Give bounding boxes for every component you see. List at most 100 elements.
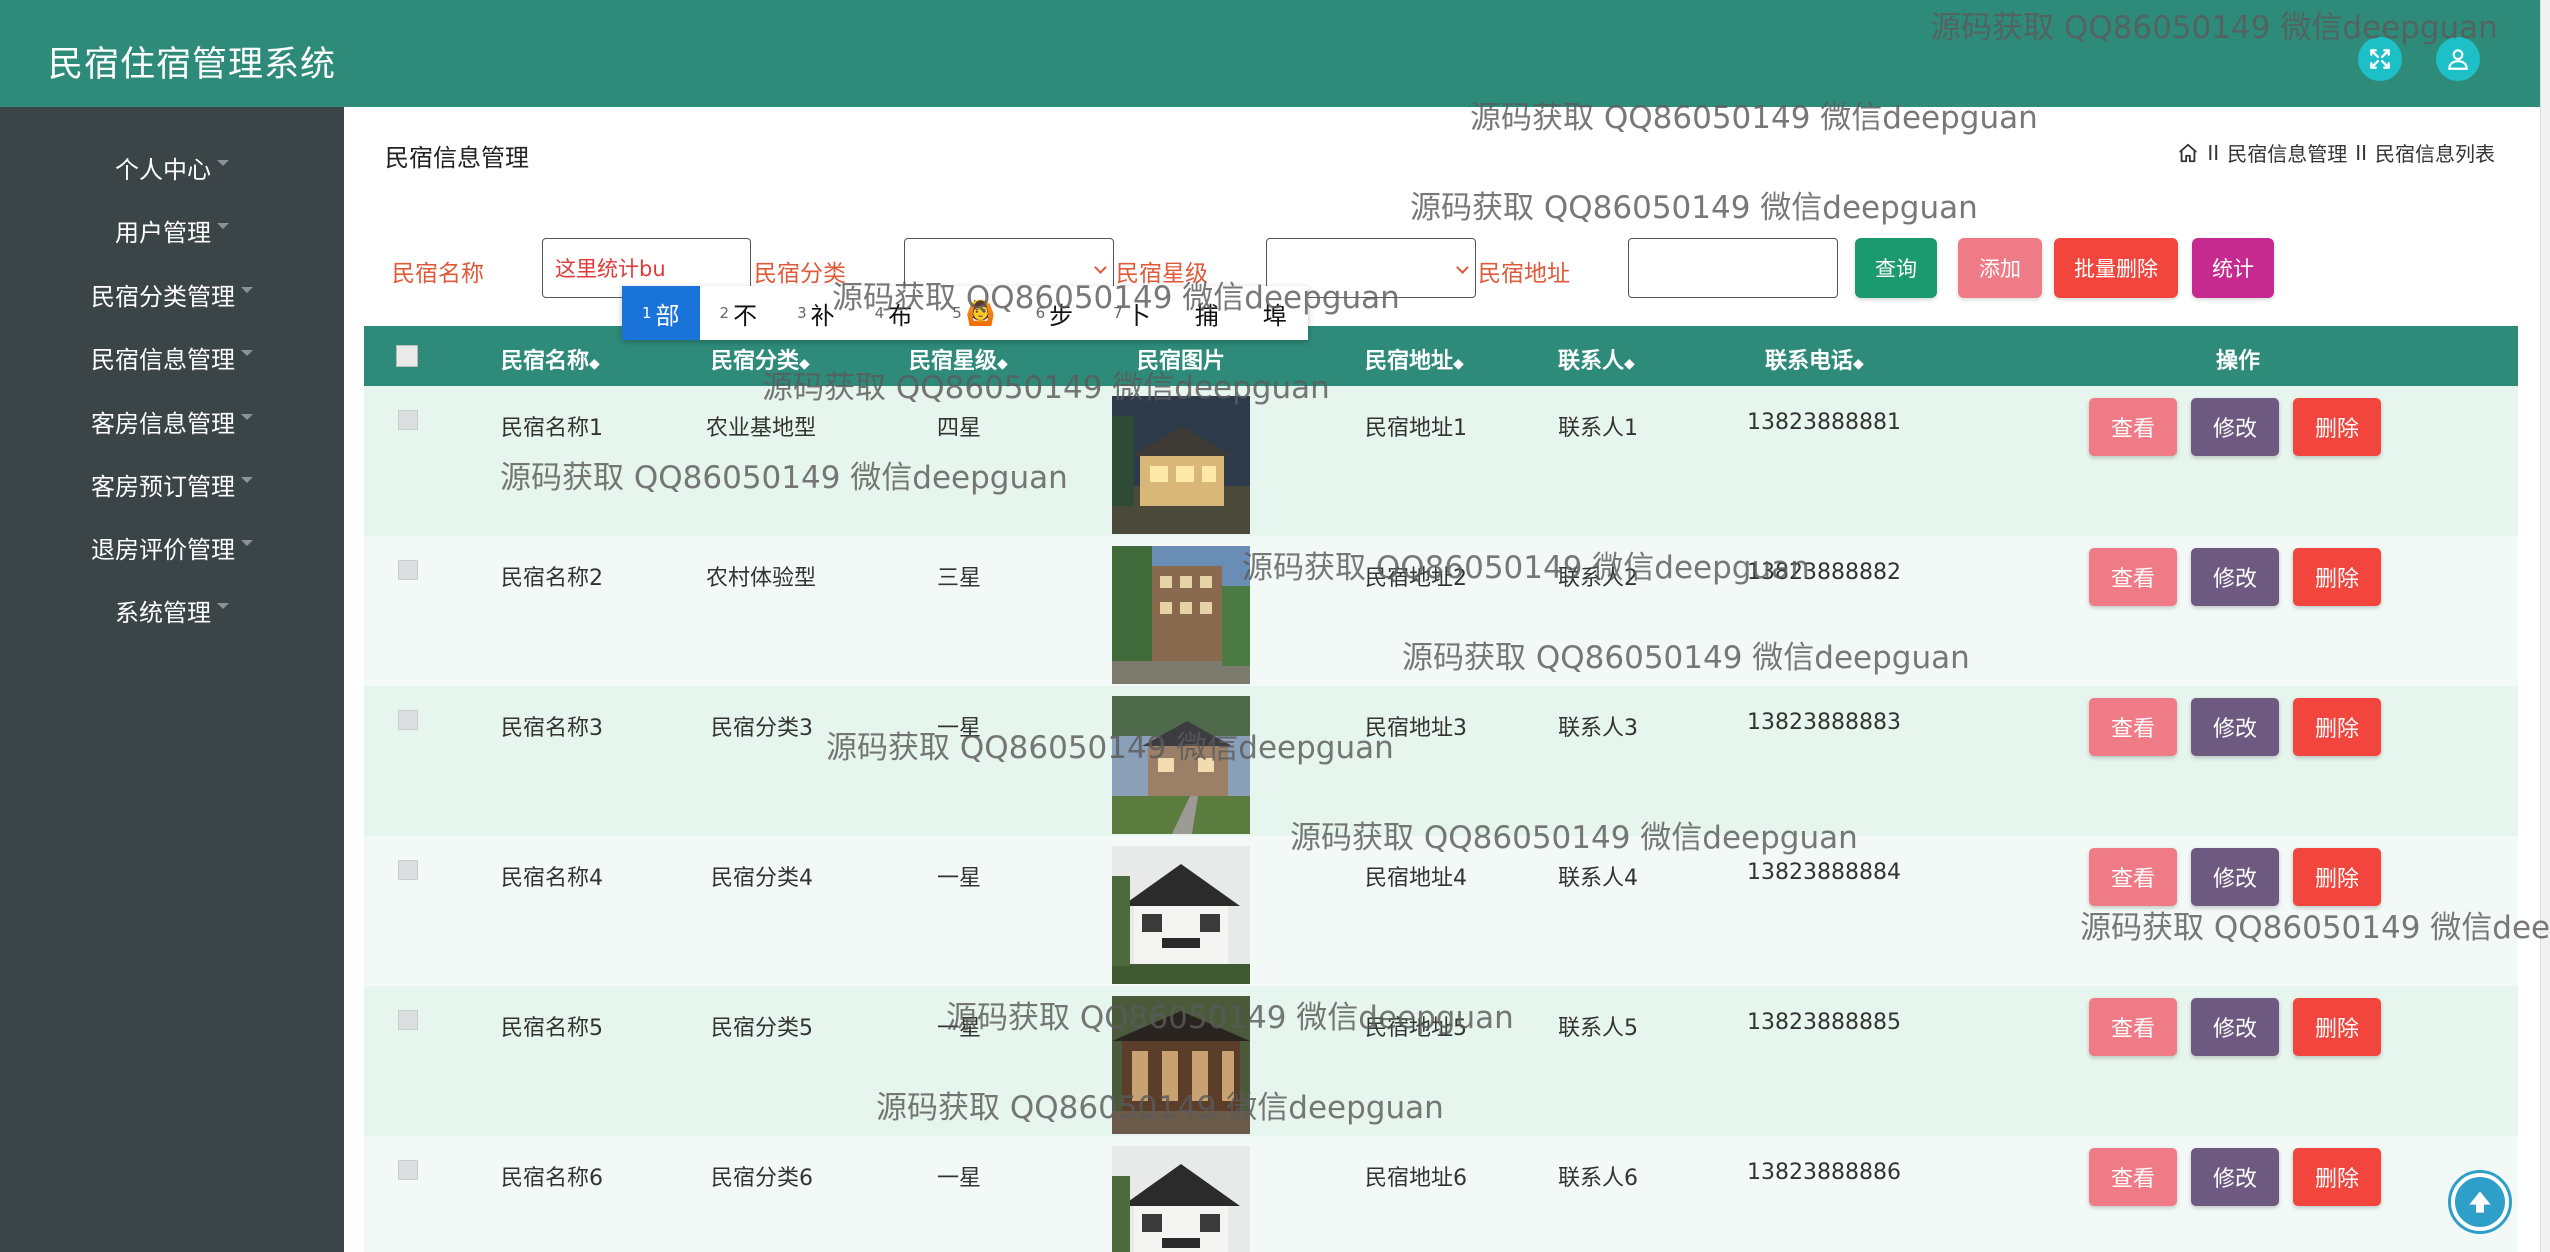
cell-name: 民宿名称1 — [501, 416, 603, 441]
cell-contact: 联系人3 — [1558, 716, 1638, 741]
delete-button[interactable]: 删除 — [2293, 848, 2381, 906]
caret-down-icon — [241, 287, 253, 293]
view-button[interactable]: 查看 — [2089, 1148, 2177, 1206]
search-button[interactable]: 查询 — [1855, 238, 1937, 298]
view-button[interactable]: 查看 — [2089, 398, 2177, 456]
ime-candidate[interactable]: 2不 — [700, 286, 778, 340]
view-button[interactable]: 查看 — [2089, 548, 2177, 606]
sidebar-item-user-management[interactable]: 用户管理 — [0, 210, 344, 250]
row-checkbox[interactable] — [398, 860, 418, 880]
address-filter-input[interactable] — [1628, 238, 1838, 298]
homestay-image — [1112, 396, 1250, 534]
fullscreen-button[interactable] — [2358, 37, 2402, 81]
ime-candidate[interactable]: 捕 — [1171, 286, 1239, 340]
page-scrollbar[interactable] — [2540, 0, 2550, 1252]
top-header: 民宿住宿管理系统 — [0, 0, 2540, 107]
row-checkbox[interactable] — [398, 410, 418, 430]
ime-candidate[interactable]: 1部 — [622, 286, 700, 340]
sidebar-item-category-management[interactable]: 民宿分类管理 — [0, 274, 344, 314]
column-header-star[interactable]: 民宿星级◆ — [909, 343, 1008, 375]
column-header-name[interactable]: 民宿名称◆ — [501, 343, 600, 375]
cell-address: 民宿地址4 — [1365, 866, 1467, 891]
cell-address: 民宿地址1 — [1365, 416, 1467, 441]
sort-icon: ◆ — [799, 356, 810, 372]
watermark-text: 源码获取 QQ86050149 微信deepguan — [1410, 190, 1978, 226]
sidebar-item-checkout-review-management[interactable]: 退房评价管理 — [0, 527, 344, 567]
edit-button[interactable]: 修改 — [2191, 548, 2279, 606]
stats-button[interactable]: 统计 — [2192, 238, 2274, 298]
edit-button[interactable]: 修改 — [2191, 698, 2279, 756]
ime-candidate[interactable]: 6步 — [1016, 286, 1094, 340]
cell-address: 民宿地址2 — [1365, 566, 1467, 591]
breadcrumb-item[interactable]: 民宿信息管理 — [2227, 138, 2347, 167]
cell-phone: 13823888885 — [1747, 1010, 1901, 1035]
view-button[interactable]: 查看 — [2089, 698, 2177, 756]
ime-candidate[interactable]: 5 🙆 — [932, 286, 1015, 340]
sidebar-item-homestay-info-management[interactable]: 民宿信息管理 — [0, 337, 344, 377]
sidebar-item-label: 客房预订管理 — [91, 472, 235, 501]
cell-phone: 13823888886 — [1747, 1160, 1901, 1185]
column-header-address[interactable]: 民宿地址◆ — [1365, 343, 1464, 375]
row-checkbox[interactable] — [398, 1160, 418, 1180]
view-button[interactable]: 查看 — [2089, 848, 2177, 906]
row-checkbox[interactable] — [398, 560, 418, 580]
edit-button[interactable]: 修改 — [2191, 848, 2279, 906]
row-checkbox[interactable] — [398, 1010, 418, 1030]
edit-button[interactable]: 修改 — [2191, 998, 2279, 1056]
back-to-top-button[interactable] — [2448, 1170, 2512, 1234]
table-row: 民宿名称4 民宿分类4 一星 民宿地址4 联系人4 13823888884 查看… — [364, 836, 2518, 986]
ime-candidate[interactable]: 埠 — [1239, 286, 1307, 340]
name-filter-value: 这里统计bu — [555, 257, 666, 281]
table-row: 民宿名称1 农业基地型 四星 民宿地址1 联系人1 13823888881 查看… — [364, 386, 2518, 536]
column-header-phone[interactable]: 联系电话◆ — [1765, 343, 1864, 375]
user-icon — [2448, 49, 2468, 70]
add-button[interactable]: 添加 — [1958, 238, 2042, 298]
caret-down-icon — [241, 350, 253, 356]
user-avatar-button[interactable] — [2436, 37, 2480, 81]
home-icon[interactable] — [2177, 142, 2199, 164]
cell-star: 一星 — [937, 1166, 982, 1191]
column-header-actions: 操作 — [2216, 349, 2261, 374]
delete-button[interactable]: 删除 — [2293, 1148, 2381, 1206]
view-button[interactable]: 查看 — [2089, 998, 2177, 1056]
cell-category: 民宿分类5 — [711, 1016, 813, 1041]
cell-star: 一星 — [937, 716, 982, 741]
column-header-category[interactable]: 民宿分类◆ — [711, 343, 810, 375]
ime-candidate[interactable]: 3补 — [777, 286, 855, 340]
edit-button[interactable]: 修改 — [2191, 1148, 2279, 1206]
arrow-up-icon — [2469, 1191, 2491, 1213]
batch-delete-button[interactable]: 批量删除 — [2054, 238, 2178, 298]
cell-star: 三星 — [937, 566, 982, 591]
column-header-contact[interactable]: 联系人◆ — [1558, 343, 1635, 375]
column-header-image: 民宿图片 — [1137, 349, 1226, 374]
table-row: 民宿名称6 民宿分类6 一星 民宿地址6 联系人6 13823888886 查看… — [364, 1136, 2518, 1252]
sidebar-item-label: 民宿信息管理 — [91, 345, 235, 374]
delete-button[interactable]: 删除 — [2293, 398, 2381, 456]
caret-down-icon — [217, 603, 229, 609]
select-all-checkbox[interactable] — [396, 345, 418, 367]
sidebar-item-room-info-management[interactable]: 客房信息管理 — [0, 401, 344, 441]
sidebar-item-room-booking-management[interactable]: 客房预订管理 — [0, 464, 344, 504]
delete-button[interactable]: 删除 — [2293, 698, 2381, 756]
sidebar-item-system-management[interactable]: 系统管理 — [0, 590, 344, 630]
cell-category: 农业基地型 — [706, 416, 817, 441]
edit-button[interactable]: 修改 — [2191, 398, 2279, 456]
ime-candidate[interactable]: 7卜 — [1093, 286, 1171, 340]
homestay-image — [1112, 846, 1250, 984]
name-filter-label: 民宿名称 — [392, 261, 484, 287]
breadcrumb-item-current: 民宿信息列表 — [2375, 142, 2495, 166]
table-row: 民宿名称5 民宿分类5 一星 民宿地址5 联系人5 13823888885 查看… — [364, 986, 2518, 1136]
sort-icon: ◆ — [997, 356, 1008, 372]
ime-candidate[interactable]: 4布 — [855, 286, 933, 340]
sidebar-item-label: 系统管理 — [115, 598, 211, 627]
delete-button[interactable]: 删除 — [2293, 548, 2381, 606]
cell-star: 一星 — [937, 1016, 982, 1041]
cell-star: 四星 — [937, 416, 982, 441]
cell-phone: 13823888884 — [1747, 860, 1901, 885]
cell-address: 民宿地址6 — [1365, 1166, 1467, 1191]
caret-down-icon — [217, 223, 229, 229]
cell-contact: 联系人1 — [1558, 416, 1638, 441]
sidebar-item-personal-center[interactable]: 个人中心 — [0, 147, 344, 187]
delete-button[interactable]: 删除 — [2293, 998, 2381, 1056]
row-checkbox[interactable] — [398, 710, 418, 730]
